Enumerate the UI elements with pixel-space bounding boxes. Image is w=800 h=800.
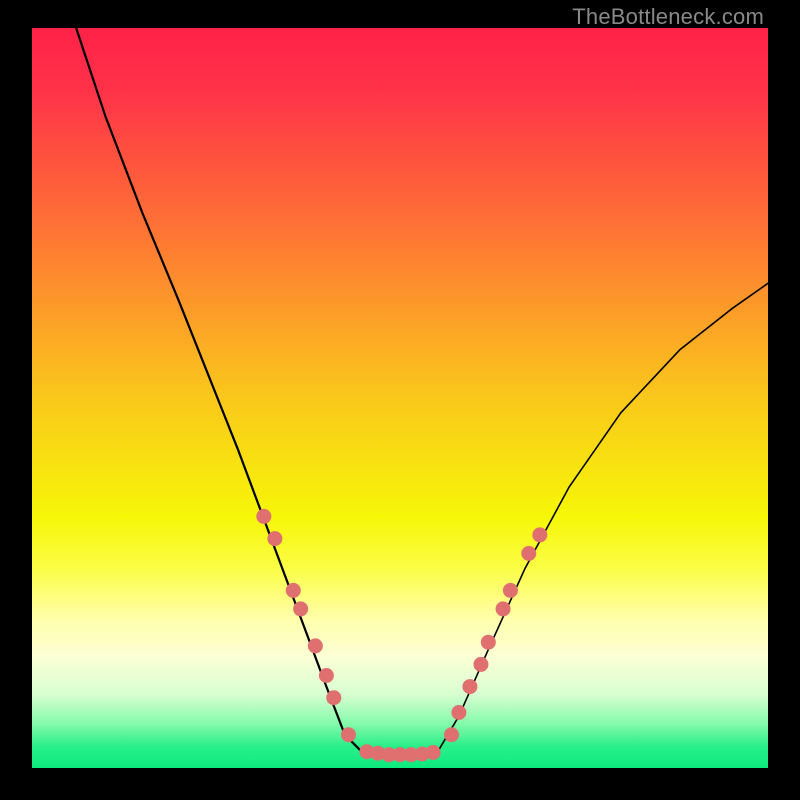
data-point	[462, 679, 477, 694]
data-point	[503, 583, 518, 598]
chart-frame	[32, 28, 768, 768]
data-point	[444, 727, 459, 742]
data-point	[326, 690, 341, 705]
data-point	[532, 527, 547, 542]
data-point	[496, 601, 511, 616]
data-point	[426, 745, 441, 760]
data-point	[256, 509, 271, 524]
gradient-background	[32, 28, 768, 768]
data-point	[521, 546, 536, 561]
data-point	[451, 705, 466, 720]
data-point	[267, 531, 282, 546]
data-point	[319, 668, 334, 683]
data-point	[308, 638, 323, 653]
data-point	[341, 727, 356, 742]
data-point	[293, 601, 308, 616]
data-point	[473, 657, 488, 672]
chart-svg	[32, 28, 768, 768]
data-point	[481, 635, 496, 650]
watermark-text: TheBottleneck.com	[572, 4, 764, 30]
data-point	[286, 583, 301, 598]
